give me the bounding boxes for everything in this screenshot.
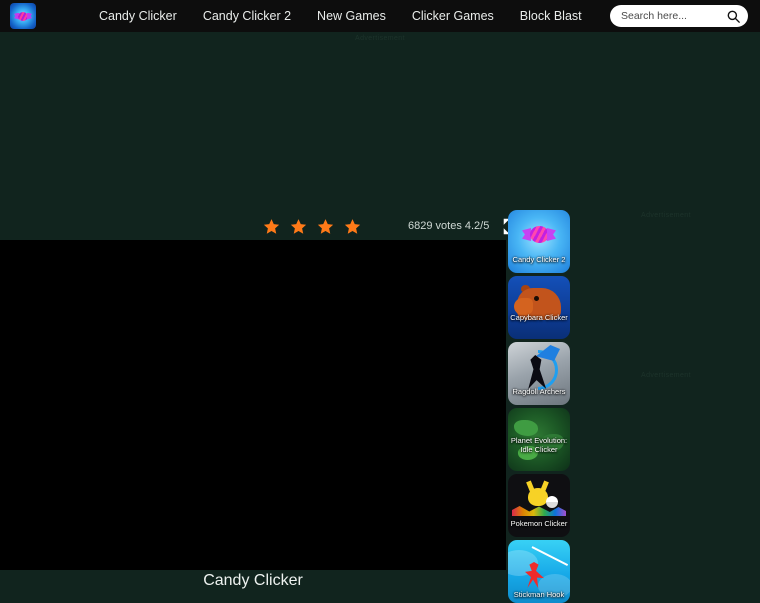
game-thumb-capybara-clicker[interactable]: Capybara Clicker	[508, 276, 570, 339]
game-thumb-label: Ragdoll Archers	[512, 387, 566, 396]
search-icon[interactable]	[727, 10, 740, 23]
game-thumb-candy-clicker-2[interactable]: Candy Clicker 2	[508, 210, 570, 273]
search-box[interactable]	[610, 5, 748, 27]
search-input[interactable]	[621, 10, 727, 22]
star-icon-4[interactable]	[344, 218, 361, 235]
votes-text: 6829 votes 4.2/5	[408, 220, 490, 232]
game-thumb-label: Candy Clicker 2	[512, 255, 566, 264]
game-thumb-stickman-hook[interactable]: Stickman Hook	[508, 540, 570, 603]
candy-thumb-icon	[522, 226, 556, 243]
candy-logo-icon	[14, 11, 32, 21]
game-thumb-label: Capybara Clicker	[510, 313, 568, 322]
site-logo[interactable]	[10, 3, 36, 29]
star-icon-1[interactable]	[263, 218, 280, 235]
related-games-rail: Candy Clicker 2 Capybara Clicker Ragdoll…	[508, 210, 570, 603]
ad-label-right-1: Advertisement	[641, 212, 691, 219]
site-header: Candy Clicker Candy Clicker 2 New Games …	[0, 0, 760, 32]
ad-label-top: Advertisement	[355, 35, 405, 42]
planet-thumb-icon	[514, 420, 538, 436]
ad-label-right-2: Advertisement	[641, 372, 691, 379]
game-thumb-label: Stickman Hook	[513, 590, 565, 599]
nav-item-candy-clicker[interactable]: Candy Clicker	[99, 9, 177, 23]
nav-item-clicker-games[interactable]: Clicker Games	[412, 9, 494, 23]
star-icon-3[interactable]	[317, 218, 334, 235]
game-thumb-label: Planet Evolution: Idle Clicker	[510, 436, 568, 454]
game-thumb-planet-evolution-idle-clicker[interactable]: Planet Evolution: Idle Clicker	[508, 408, 570, 471]
game-thumb-pokemon-clicker[interactable]: Pokemon Clicker	[508, 474, 570, 537]
game-thumb-ragdoll-archers[interactable]: Ragdoll Archers	[508, 342, 570, 405]
star-rating[interactable]	[263, 218, 361, 235]
game-thumb-label: Pokemon Clicker	[510, 519, 568, 528]
nav-item-new-games[interactable]: New Games	[317, 9, 386, 23]
nav-item-block-blast[interactable]: Block Blast	[520, 9, 582, 23]
game-title: Candy Clicker	[203, 572, 303, 589]
game-canvas[interactable]	[0, 240, 506, 570]
star-icon-2[interactable]	[290, 218, 307, 235]
nav-item-candy-clicker-2[interactable]: Candy Clicker 2	[203, 9, 291, 23]
rating-row: 6829 votes 4.2/5	[0, 212, 520, 240]
main-navigation: Candy Clicker Candy Clicker 2 New Games …	[99, 9, 582, 23]
